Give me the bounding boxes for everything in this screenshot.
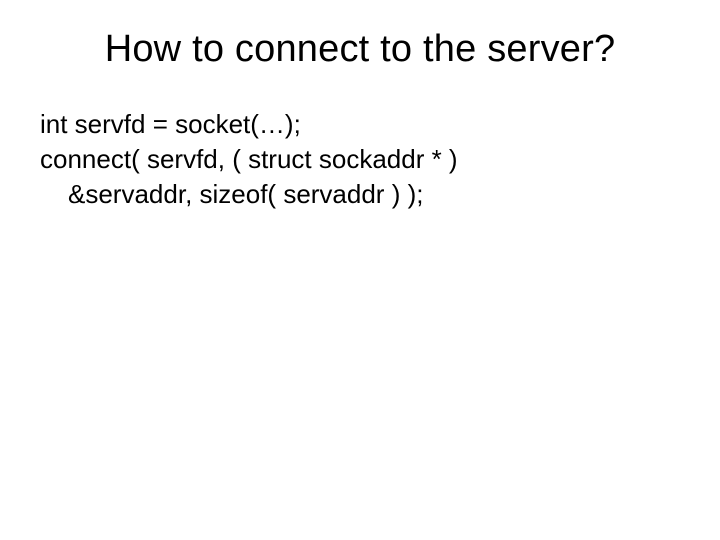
slide-container: How to connect to the server? int servfd…	[0, 0, 720, 540]
slide-title: How to connect to the server?	[50, 28, 670, 71]
code-line-3: &servaddr, sizeof( servaddr ) );	[40, 177, 680, 212]
code-line-1: int servfd = socket(…);	[40, 107, 680, 142]
code-block: int servfd = socket(…); connect( servfd,…	[40, 107, 680, 212]
code-line-2: connect( servfd, ( struct sockaddr * )	[40, 142, 680, 177]
